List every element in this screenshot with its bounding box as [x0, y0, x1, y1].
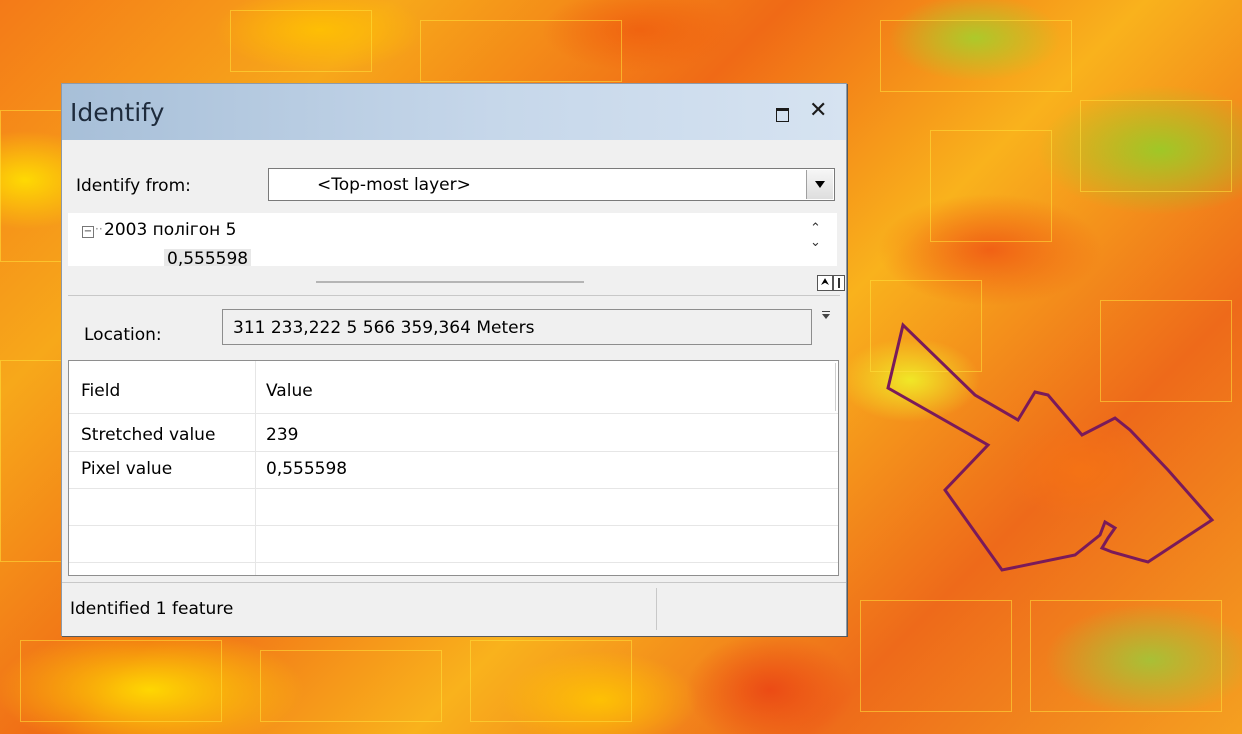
table-row[interactable]: Pixel value 0,555598 [69, 452, 838, 489]
value-cell: 0,555598 [266, 459, 348, 479]
expand-tree-icon[interactable]: ⮝ [817, 275, 833, 291]
location-field: 311 233,222 5 566 359,364 Meters [222, 309, 812, 345]
status-separator [656, 588, 657, 630]
title-bar[interactable]: Identify ✕ [62, 84, 846, 140]
location-value: 311 233,222 5 566 359,364 Meters [233, 318, 535, 338]
divider [68, 295, 840, 296]
value-cell: 239 [266, 425, 299, 445]
identify-from-label: Identify from: [76, 176, 191, 196]
status-text: Identified 1 feature [70, 599, 234, 619]
table-header-row: Field Value [69, 361, 838, 414]
tree-item-layer[interactable]: 2003 полігон 5 [104, 220, 236, 240]
status-bar: Identified 1 feature [62, 582, 846, 636]
location-label: Location: [84, 325, 162, 345]
close-icon[interactable]: ✕ [809, 99, 827, 123]
column-header-field[interactable]: Field [81, 381, 120, 401]
table-row-empty [69, 489, 838, 526]
table-row[interactable]: Stretched value 239 [69, 417, 838, 452]
pin-icon[interactable] [833, 275, 845, 291]
maximize-icon[interactable] [776, 108, 789, 122]
collapse-icon[interactable]: − [82, 226, 94, 238]
field-cell: Stretched value [81, 425, 216, 445]
field-cell: Pixel value [81, 459, 173, 479]
chevron-down-icon [815, 181, 825, 188]
column-header-value[interactable]: Value [266, 381, 313, 401]
table-row-empty [69, 526, 838, 563]
scroll-up-icon[interactable]: ⌃ [810, 221, 821, 236]
location-menu-icon[interactable] [822, 311, 830, 319]
splitter-handle[interactable] [316, 281, 584, 283]
identify-from-dropdown[interactable]: <Top-most layer> [268, 168, 835, 201]
identify-from-value: <Top-most layer> [317, 175, 471, 195]
window-title: Identify [70, 98, 165, 127]
dropdown-button[interactable] [806, 170, 833, 199]
polygon-shape[interactable] [886, 322, 1215, 572]
attributes-table[interactable]: Field Value Stretched value 239 Pixel va… [68, 360, 839, 576]
identify-window[interactable]: Identify ✕ Identify from: <Top-most laye… [61, 83, 847, 636]
results-tree[interactable]: − ·· 2003 полігон 5 0,555598 ⌃ ⌄ [68, 213, 837, 266]
scroll-down-icon[interactable]: ⌄ [810, 235, 821, 250]
tree-connector: ·· [95, 222, 103, 236]
tree-item-value[interactable]: 0,555598 [164, 249, 252, 266]
